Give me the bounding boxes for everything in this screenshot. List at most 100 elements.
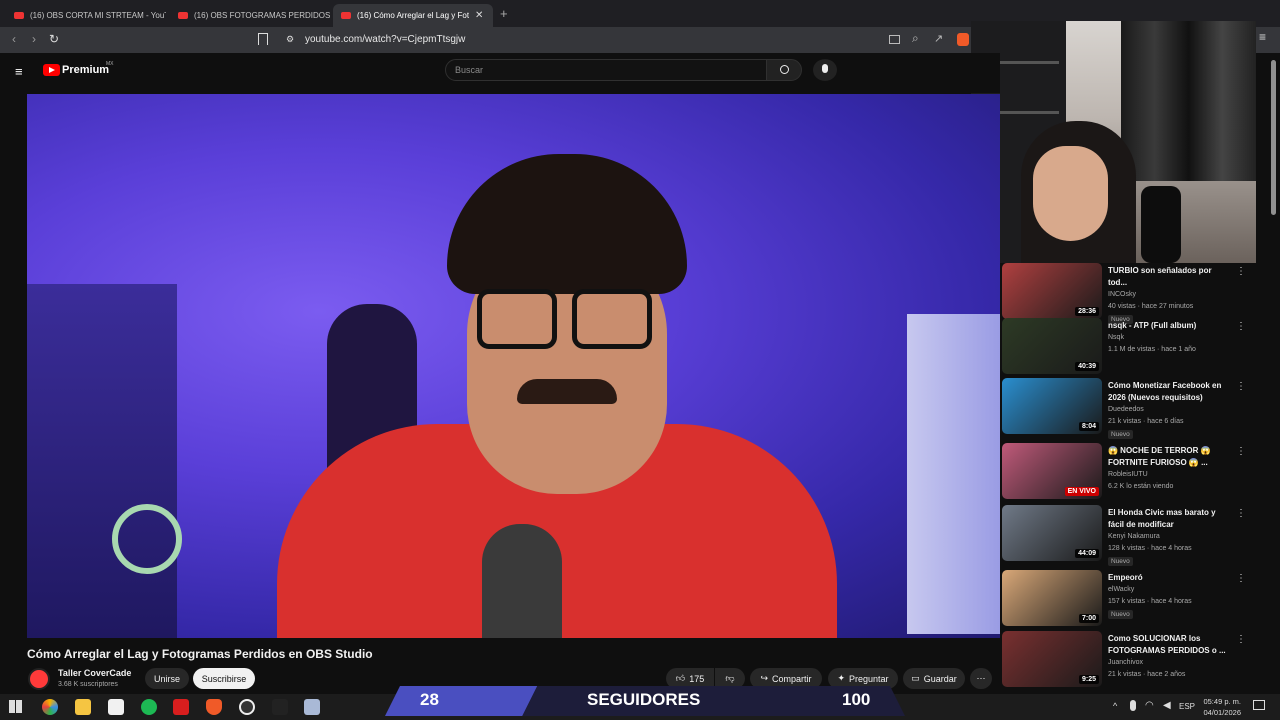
- more-options-icon[interactable]: ⋮: [1236, 266, 1246, 277]
- tab-label: (16) OBS FOTOGRAMAS PERDIDOS F: [194, 11, 330, 20]
- more-options-icon[interactable]: ⋮: [1236, 573, 1246, 584]
- new-badge: Nuevo: [1108, 557, 1133, 566]
- recommendation-title[interactable]: Como SOLUCIONAR los FOTOGRAMAS PERDIDOS …: [1108, 633, 1228, 657]
- obs-studio-icon[interactable]: [239, 699, 255, 715]
- browser-tab-active[interactable]: (16) Cómo Arreglar el Lag y Foto ✕: [333, 4, 493, 27]
- recommendation-channel[interactable]: INCOsky: [1108, 291, 1136, 298]
- youtube-logo-icon[interactable]: [43, 64, 60, 76]
- search-input[interactable]: Buscar: [445, 59, 767, 81]
- video-thumbnail[interactable]: 9:25: [1002, 631, 1102, 687]
- video-thumbnail[interactable]: 28:36: [1002, 263, 1102, 319]
- recommendation-channel[interactable]: RobleisIUTU: [1108, 471, 1148, 478]
- app-window-icon[interactable]: [304, 699, 320, 715]
- notifications-icon[interactable]: [1253, 700, 1265, 710]
- voicemeeter-icon[interactable]: [173, 699, 189, 715]
- brave-shield-icon[interactable]: [957, 33, 969, 46]
- recommendation-channel[interactable]: Juanchivox: [1108, 659, 1143, 666]
- hamburger-icon[interactable]: ≡: [15, 64, 23, 79]
- recommendation-title[interactable]: TURBIO son señalados por tod...: [1108, 265, 1228, 289]
- recommendation-item[interactable]: EN VIVO 😱 NOCHE DE TERROR 😱 FORTNITE FUR…: [1002, 443, 1264, 499]
- recommendation-channel[interactable]: Nsqk: [1108, 334, 1124, 341]
- play-triangle: [49, 67, 55, 73]
- video-thumbnail[interactable]: 40:39: [1002, 318, 1102, 374]
- recommendation-title[interactable]: El Honda Civic mas barato y fácil de mod…: [1108, 507, 1228, 531]
- video-duration: 44:09: [1075, 549, 1099, 558]
- share-icon[interactable]: ↗: [934, 32, 943, 45]
- more-options-icon[interactable]: ⋮: [1236, 508, 1246, 519]
- subscribe-button[interactable]: Suscribirse: [193, 668, 255, 689]
- channel-avatar[interactable]: [28, 668, 50, 690]
- tab-label: (16) Cómo Arreglar el Lag y Foto: [357, 11, 469, 20]
- browser-tab-2[interactable]: (16) OBS FOTOGRAMAS PERDIDOS F: [170, 4, 330, 27]
- video-thumbnail[interactable]: 7:00: [1002, 570, 1102, 626]
- zoom-icon[interactable]: ⌕: [912, 31, 919, 46]
- video-thumbnail[interactable]: 8:04: [1002, 378, 1102, 434]
- recommendation-title[interactable]: nsqk - ATP (Full album): [1108, 320, 1228, 332]
- cast-icon[interactable]: [889, 35, 900, 44]
- recommendation-channel[interactable]: elWacky: [1108, 586, 1134, 593]
- more-options-icon[interactable]: ⋮: [1236, 381, 1246, 392]
- recommendation-title[interactable]: Cómo Monetizar Facebook en 2026 (Nuevos …: [1108, 380, 1228, 404]
- bookmark-icon[interactable]: [258, 33, 268, 45]
- subscriber-count: 3.68 K suscriptores: [58, 681, 118, 688]
- recommendation-item[interactable]: 28:36 TURBIO son señalados por tod... IN…: [1002, 263, 1264, 324]
- tray-date[interactable]: 04/01/2026: [1201, 708, 1241, 717]
- follower-label: SEGUIDORES: [587, 690, 701, 709]
- recommendation-meta: 1.1 M de vistas · hace 1 año: [1108, 346, 1196, 353]
- youtube-premium-label[interactable]: Premium: [62, 64, 109, 76]
- reload-icon[interactable]: ↻: [46, 32, 62, 46]
- recommendation-item[interactable]: 7:00 Empeoró elWacky 157 k vistas · hace…: [1002, 570, 1264, 626]
- presenter-hair: [447, 154, 687, 294]
- tray-chevron-icon[interactable]: ^: [1113, 701, 1117, 711]
- recommendation-item[interactable]: 44:09 El Honda Civic mas barato y fácil …: [1002, 505, 1264, 566]
- recommendation-title[interactable]: Empeoró: [1108, 572, 1228, 584]
- recommendation-item[interactable]: 40:39 nsqk - ATP (Full album) Nsqk 1.1 M…: [1002, 318, 1264, 374]
- channel-name[interactable]: Taller CoverCade: [58, 668, 131, 678]
- join-button[interactable]: Unirse: [145, 668, 189, 689]
- video-thumbnail[interactable]: EN VIVO: [1002, 443, 1102, 499]
- url-field[interactable]: youtube.com/watch?v=CjepmTtsgjw: [305, 34, 465, 45]
- tab-label: (16) OBS CORTA MI STRTEAM - YouT: [30, 11, 166, 20]
- forward-icon[interactable]: ›: [26, 32, 42, 46]
- recommendation-title[interactable]: 😱 NOCHE DE TERROR 😱 FORTNITE FURIOSO 😱 .…: [1108, 445, 1228, 469]
- recommendation-channel[interactable]: Duedeedos: [1108, 406, 1144, 413]
- epic-games-icon[interactable]: [272, 699, 288, 715]
- menu-icon[interactable]: ≡: [1259, 30, 1266, 44]
- wifi-icon[interactable]: ◠: [1145, 700, 1154, 711]
- copilot-icon[interactable]: [42, 699, 58, 715]
- recommendation-channel[interactable]: Kenyi Nakamura: [1108, 533, 1160, 540]
- recommendation-meta: 157 k vistas · hace 4 horas: [1108, 598, 1192, 605]
- more-options-icon[interactable]: ⋮: [1236, 634, 1246, 645]
- save-button[interactable]: ▭ Guardar: [903, 668, 965, 689]
- voice-search-button[interactable]: [813, 59, 837, 81]
- more-options-icon[interactable]: ⋮: [1236, 446, 1246, 457]
- mic-tray-icon[interactable]: [1130, 700, 1136, 711]
- save-playlist-icon: ▭: [911, 673, 920, 683]
- recommendation-meta: 21 k vistas · hace 2 años: [1108, 671, 1186, 678]
- search-button[interactable]: [766, 59, 802, 81]
- file-explorer-icon[interactable]: [75, 699, 91, 715]
- clothes-rack: [1121, 21, 1256, 181]
- video-duration: 9:25: [1078, 675, 1099, 684]
- site-info-icon[interactable]: ⚙: [286, 34, 294, 45]
- recommendation-item[interactable]: 8:04 Cómo Monetizar Facebook en 2026 (Nu…: [1002, 378, 1264, 439]
- video-player[interactable]: [27, 94, 1000, 638]
- recommendation-item[interactable]: 9:25 Como SOLUCIONAR los FOTOGRAMAS PERD…: [1002, 631, 1264, 687]
- windows-start-icon[interactable]: [9, 700, 22, 713]
- close-tab-icon[interactable]: ✕: [475, 10, 483, 21]
- more-actions-button[interactable]: ⋯: [970, 668, 992, 689]
- video-thumbnail[interactable]: 44:09: [1002, 505, 1102, 561]
- new-badge: Nuevo: [1108, 610, 1133, 619]
- back-icon[interactable]: ‹: [6, 32, 22, 46]
- spotify-icon[interactable]: [141, 699, 157, 715]
- new-tab-button[interactable]: +: [500, 6, 508, 21]
- page-scrollbar[interactable]: [1271, 60, 1276, 215]
- calendar-app-icon[interactable]: [108, 699, 124, 715]
- more-options-icon[interactable]: ⋮: [1236, 321, 1246, 332]
- browser-tab-1[interactable]: (16) OBS CORTA MI STRTEAM - YouT: [6, 4, 166, 27]
- tray-time[interactable]: 05:49 p. m.: [1201, 697, 1241, 706]
- brave-browser-icon[interactable]: [206, 699, 222, 715]
- speaker-icon[interactable]: ◀: [1163, 700, 1171, 711]
- language-indicator[interactable]: ESP: [1179, 702, 1195, 711]
- video-title: Cómo Arreglar el Lag y Fotogramas Perdid…: [27, 647, 373, 661]
